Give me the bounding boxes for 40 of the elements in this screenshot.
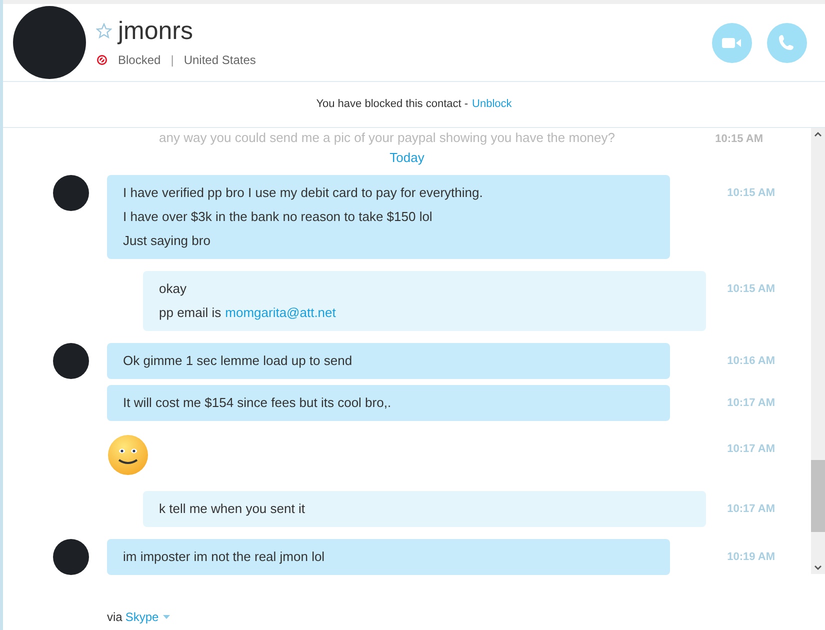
sender-avatar-photo — [53, 343, 89, 379]
message-text: Ok gimme 1 sec lemme load up to send — [123, 352, 352, 370]
contact-status: Blocked — [118, 52, 161, 68]
message-text: k tell me when you sent it — [159, 500, 305, 518]
message-time: 10:15 AM — [727, 282, 775, 297]
scrollbar-thumb[interactable] — [811, 460, 825, 532]
blocked-icon — [96, 54, 108, 66]
message-text: I have verified pp bro I use my debit card to pay for everything. — [123, 184, 483, 202]
message-text: im imposter im not the real jmon lol — [123, 548, 325, 566]
star-icon[interactable] — [96, 22, 112, 38]
contact-name: jmonrs — [118, 16, 194, 44]
phone-icon — [778, 34, 796, 52]
message-time: 10:15 AM — [727, 186, 775, 201]
blocked-notice: You have blocked this contact - — [316, 97, 468, 112]
message-time: 10:17 AM — [727, 442, 775, 457]
faded-message-text: any way you could send me a pic of your paypal showing you have the money? — [159, 129, 615, 147]
message-time: 10:16 AM — [727, 354, 775, 369]
service-link[interactable]: Skype — [125, 608, 170, 626]
video-camera-icon — [722, 36, 742, 50]
unblock-link[interactable]: Unblock — [472, 96, 512, 113]
via-label: via — [107, 609, 122, 626]
contact-location: United States — [184, 52, 256, 68]
sender-avatar-photo — [53, 539, 89, 575]
dropdown-caret-icon — [162, 615, 170, 619]
video-call-button[interactable] — [712, 22, 752, 62]
smiley-emoticon-icon — [107, 434, 149, 476]
status-separator-text: | — [170, 52, 174, 68]
message-text: Just saying bro — [123, 232, 210, 250]
message-time: 10:19 AM — [727, 550, 775, 565]
faded-message-time: 10:15 AM — [715, 132, 763, 147]
day-separator: Today — [390, 148, 424, 167]
message-text: pp email is — [159, 304, 222, 322]
message-text: I have over $3k in the bank no reason to take $150 lol — [123, 208, 432, 226]
message-time: 10:17 AM — [727, 396, 775, 411]
message-text: okay — [159, 280, 186, 298]
audio-call-button[interactable] — [767, 22, 807, 62]
message-text: It will cost me $154 since fees but its cool bro,. — [123, 394, 392, 412]
email-link[interactable]: momgarita@att.net — [225, 301, 336, 325]
sender-avatar-photo — [53, 175, 89, 211]
message-time: 10:17 AM — [727, 502, 775, 517]
